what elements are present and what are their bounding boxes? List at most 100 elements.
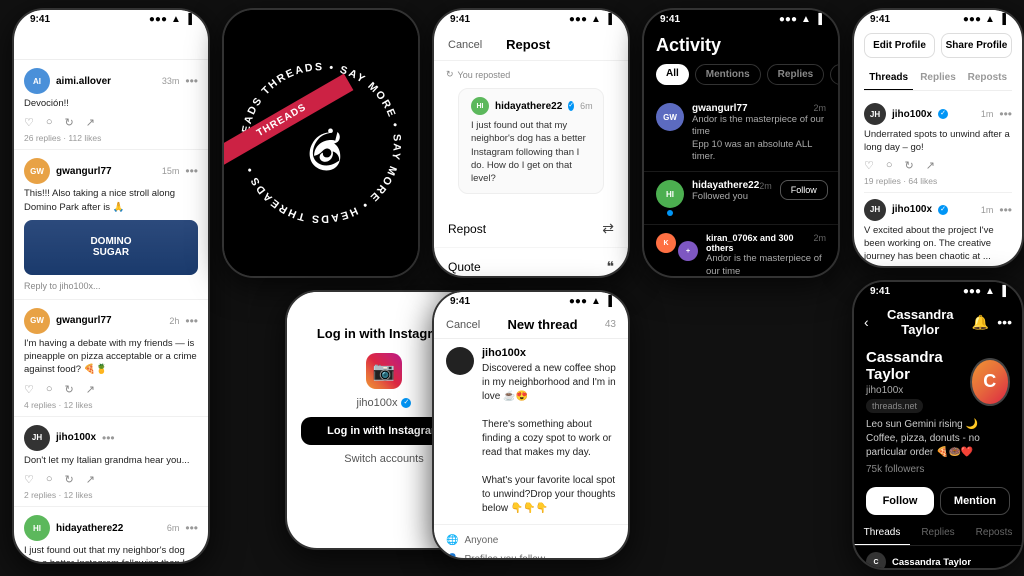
status-icons-7: ●●● ▲ ▐ xyxy=(963,14,1006,25)
repost-icon-p1[interactable]: ↻ xyxy=(905,159,914,172)
profile-post-verified-2: ✓ xyxy=(938,205,948,215)
username-2[interactable]: gwangurl77 xyxy=(56,166,112,177)
phone-repost: 9:41 ●●● ▲ ▐ Cancel Repost ↻ You reposte… xyxy=(432,8,630,278)
profile-post-more-2[interactable]: ••• xyxy=(999,203,1012,217)
switch-accounts-button[interactable]: Switch accounts xyxy=(344,453,423,465)
more-btn-1[interactable]: ••• xyxy=(185,74,198,88)
comment-icon-p1[interactable]: ○ xyxy=(886,159,893,172)
phone-new-thread: 9:41 ●●● ▲ ▐ Cancel New thread 43 jiho10… xyxy=(432,290,630,560)
activity-screen: 9:41 ●●● ▲ ▐ Activity All Mentions Repli… xyxy=(644,10,838,276)
feed-post-5: HI hidayathere22 6m ••• I just found out… xyxy=(14,507,208,562)
cassandra-post-avatar: C xyxy=(866,552,886,568)
more-btn-5[interactable]: ••• xyxy=(185,521,198,535)
share-profile-button[interactable]: Share Profile xyxy=(941,33,1012,58)
post-time-2: 15m xyxy=(162,166,180,176)
notification-icon[interactable]: 🔔 xyxy=(972,314,989,331)
activity-time-2: 2m xyxy=(759,181,772,191)
anyone-option[interactable]: 🌐 Anyone xyxy=(446,531,616,550)
tab-reposts[interactable]: Reposts xyxy=(963,66,1012,90)
share-icon-4[interactable]: ↗ xyxy=(86,473,95,486)
quote-option-row[interactable]: Quote ❝ xyxy=(434,248,628,276)
tab-threads[interactable]: Threads xyxy=(864,66,913,90)
repost-icon-3[interactable]: ↻ xyxy=(65,383,74,396)
compose-username: jiho100x xyxy=(482,347,616,359)
threads-net-screen: 9:41 ●●● ▲ ▐ Edit Profile Share Profile … xyxy=(854,10,1022,266)
feed-post-2: GW gwangurl77 15m ••• This!!! Also takin… xyxy=(14,150,208,300)
share-icon-1[interactable]: ↗ xyxy=(86,116,95,129)
post-text-5: I just found out that my neighbor's dog … xyxy=(24,544,198,562)
comment-icon-4[interactable]: ○ xyxy=(46,473,53,486)
like-icon-1[interactable]: ♡ xyxy=(24,116,34,129)
repost-modal-title: Repost xyxy=(506,37,550,52)
profile-action-bar-1: ♡ ○ ↻ ↗ xyxy=(864,159,1012,172)
username-3[interactable]: gwangurl77 xyxy=(56,315,112,326)
cassandra-post-1: C Cassandra Taylor Underrated spots to u… xyxy=(854,546,1022,568)
tab-mentions[interactable]: Mentions xyxy=(695,64,761,85)
compose-text-input[interactable]: Discovered a new coffee shop in my neigh… xyxy=(482,362,616,516)
tab-verified[interactable]: Verif... xyxy=(830,64,838,85)
edit-profile-button[interactable]: Edit Profile xyxy=(864,33,935,58)
splash-container: HEADS THREADS • SAY MORE • SAY MORE • HE… xyxy=(224,10,418,276)
time-phone8: 9:41 xyxy=(870,286,890,297)
more-btn-3[interactable]: ••• xyxy=(185,314,198,328)
status-bar-phone5: 9:41 ●●● ▲ ▐ xyxy=(434,292,628,309)
activity-avatars-3: K + xyxy=(656,233,698,261)
cassandra-follow-button[interactable]: Follow xyxy=(866,487,934,515)
threads-logo-icon xyxy=(100,33,122,55)
repost-icon-4[interactable]: ↻ xyxy=(65,473,74,486)
share-icon-p1[interactable]: ↗ xyxy=(926,159,935,172)
share-icon-3[interactable]: ↗ xyxy=(86,383,95,396)
post-text-3: I'm having a debate with my friends — is… xyxy=(24,337,198,377)
char-count: 43 xyxy=(605,319,616,330)
profile-action-row: Edit Profile Share Profile xyxy=(864,33,1012,58)
tab-all[interactable]: All xyxy=(656,64,689,85)
cassandra-tab-replies[interactable]: Replies xyxy=(910,521,966,545)
username-5[interactable]: hidayathere22 xyxy=(56,523,123,534)
profiles-option[interactable]: 👤 Profiles you follow xyxy=(446,550,616,558)
avatar-jiho: JH xyxy=(24,425,50,451)
comment-icon-1[interactable]: ○ xyxy=(46,116,53,129)
follow-button-2[interactable]: Follow xyxy=(780,180,828,200)
repost-option-label: Repost xyxy=(448,222,486,236)
domino-text: DOMINOSUGAR xyxy=(90,236,131,258)
battery-icon: ▐ xyxy=(185,14,192,25)
profile-post-header-1: JH jiho100x ✓ 1m ••• xyxy=(864,103,1012,125)
cancel-button[interactable]: Cancel xyxy=(448,39,482,51)
status-bar-phone6: 9:41 ●●● ▲ ▐ xyxy=(644,10,838,27)
tab-replies[interactable]: Replies xyxy=(913,66,962,90)
back-button[interactable]: ‹ xyxy=(864,314,869,330)
cassandra-tab-threads[interactable]: Threads xyxy=(854,521,910,545)
profile-post-text-1: Underrated spots to unwind after a long … xyxy=(864,128,1012,155)
more-header-icon[interactable]: ••• xyxy=(997,314,1012,331)
cassandra-mention-button[interactable]: Mention xyxy=(940,487,1010,515)
replies-info-1: 26 replies · 112 likes xyxy=(24,133,198,143)
status-icons-5: ●●● ▲ ▐ xyxy=(569,296,612,307)
reply-input[interactable]: Reply to jiho100x... xyxy=(24,279,198,293)
like-icon-3[interactable]: ♡ xyxy=(24,383,34,396)
repost-icon-1[interactable]: ↻ xyxy=(65,116,74,129)
person-icon: 👤 xyxy=(446,554,458,558)
quote-option-icon: ❝ xyxy=(606,258,614,275)
login-username-display: jiho100x ✓ xyxy=(357,397,412,409)
repost-option-row[interactable]: Repost ⇄ xyxy=(434,210,628,248)
header-icons: 🔔 ••• xyxy=(972,314,1012,331)
cassandra-tab-reposts[interactable]: Reposts xyxy=(966,521,1022,545)
username-4[interactable]: jiho100x xyxy=(56,432,96,443)
profile-post-more-1[interactable]: ••• xyxy=(999,107,1012,121)
more-btn-2[interactable]: ••• xyxy=(185,164,198,178)
cassandra-header-name: Cassandra Taylor xyxy=(875,307,966,337)
like-icon-4[interactable]: ♡ xyxy=(24,473,34,486)
tab-replies[interactable]: Replies xyxy=(767,64,825,85)
more-btn-4[interactable]: ••• xyxy=(102,431,115,445)
feed-post-3: GW gwangurl77 2h ••• I'm having a debate… xyxy=(14,300,208,417)
like-icon-p1[interactable]: ♡ xyxy=(864,159,874,172)
username-1[interactable]: aimi.allover xyxy=(56,76,111,87)
profile-post-time-2: 1m xyxy=(981,205,994,215)
new-thread-cancel[interactable]: Cancel xyxy=(446,319,480,331)
comment-icon-3[interactable]: ○ xyxy=(46,383,53,396)
wifi-5: ▲ xyxy=(591,296,601,307)
post-image-2: DOMINOSUGAR xyxy=(24,220,198,275)
status-icons-4: ●●● ▲ ▐ xyxy=(569,14,612,25)
activity-title: Activity xyxy=(656,35,826,56)
profile-post-avatar-1: JH xyxy=(864,103,886,125)
